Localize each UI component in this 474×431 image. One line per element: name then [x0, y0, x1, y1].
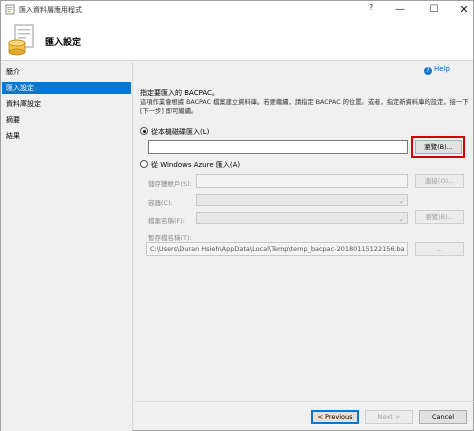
local-path-input[interactable]	[148, 140, 408, 154]
file-name-label: 檔案名稱(F):	[148, 217, 186, 225]
browse-azure-button[interactable]: 瀏覽(B)...	[415, 210, 464, 224]
help-icon: ?	[424, 67, 432, 75]
minimize-button[interactable]: —	[385, 1, 415, 19]
previous-button[interactable]: < Previous	[311, 410, 359, 424]
file-name-select[interactable]: ⌄	[196, 212, 408, 224]
help-label: Help	[434, 65, 450, 73]
container-select[interactable]: ⌄	[196, 194, 408, 206]
sidebar-item-results[interactable]: 結果	[2, 130, 131, 142]
page-title: 匯入設定	[45, 38, 82, 48]
storage-account-label: 儲存體帳戶(S):	[148, 180, 192, 188]
import-local-label: 從本機磁碟匯入(L)	[151, 128, 210, 136]
sidebar-item-import-settings[interactable]: 匯入設定	[2, 82, 131, 94]
wizard-sidebar: 簡介 匯入設定 資料庫設定 摘要 結果	[1, 62, 133, 431]
sidebar-item-database-settings[interactable]: 資料庫設定	[2, 98, 131, 110]
temp-file-input[interactable]: C:\Users\Duran Hsieh\AppData\Local\Temp\…	[146, 242, 408, 256]
footer-divider	[134, 401, 474, 402]
help-link[interactable]: ? Help	[424, 65, 450, 75]
page-header: 匯入設定	[1, 19, 473, 61]
next-button[interactable]: Next >	[365, 410, 413, 424]
main-panel: ? Help 指定要匯入的 BACPAC。 這項作業會根據 BACPAC 檔案建立…	[134, 62, 474, 402]
sidebar-item-summary[interactable]: 摘要	[2, 114, 131, 126]
chevron-down-icon: ⌄	[398, 215, 404, 223]
cancel-button[interactable]: Cancel	[419, 410, 467, 424]
app-icon	[5, 4, 15, 15]
connect-button[interactable]: 連接(O)...	[415, 174, 464, 188]
section-subtitle: 指定要匯入的 BACPAC。	[140, 89, 219, 97]
maximize-button[interactable]: ☐	[419, 1, 449, 19]
import-local-radio[interactable]	[140, 127, 148, 135]
close-button[interactable]: ✕	[449, 1, 474, 19]
storage-account-input[interactable]	[196, 174, 408, 188]
import-dialog-window: 匯入資料層應用程式 ? — ☐ ✕ 匯入設定 簡介 匯入設定 資料庫設定 摘要 …	[0, 0, 474, 431]
title-help-icon[interactable]: ?	[369, 3, 373, 12]
title-bar: 匯入資料層應用程式 ? — ☐ ✕	[1, 1, 473, 19]
import-azure-radio[interactable]	[140, 160, 148, 168]
temp-file-browse-button[interactable]: ...	[415, 242, 464, 256]
window-title: 匯入資料層應用程式	[19, 6, 82, 14]
import-azure-label: 從 Windows Azure 匯入(A)	[151, 161, 241, 169]
section-description: 這項作業會根據 BACPAC 檔案建立資料庫。若要繼續，請指定 BACPAC 的…	[140, 99, 469, 115]
temp-file-label: 暫存檔名稱(T):	[148, 234, 192, 242]
sidebar-item-introduction[interactable]: 簡介	[2, 66, 131, 78]
chevron-down-icon: ⌄	[398, 197, 404, 205]
import-database-icon	[8, 24, 34, 56]
container-label: 容器(C):	[148, 199, 173, 207]
browse-local-button[interactable]: 瀏覽(B)...	[415, 140, 462, 154]
